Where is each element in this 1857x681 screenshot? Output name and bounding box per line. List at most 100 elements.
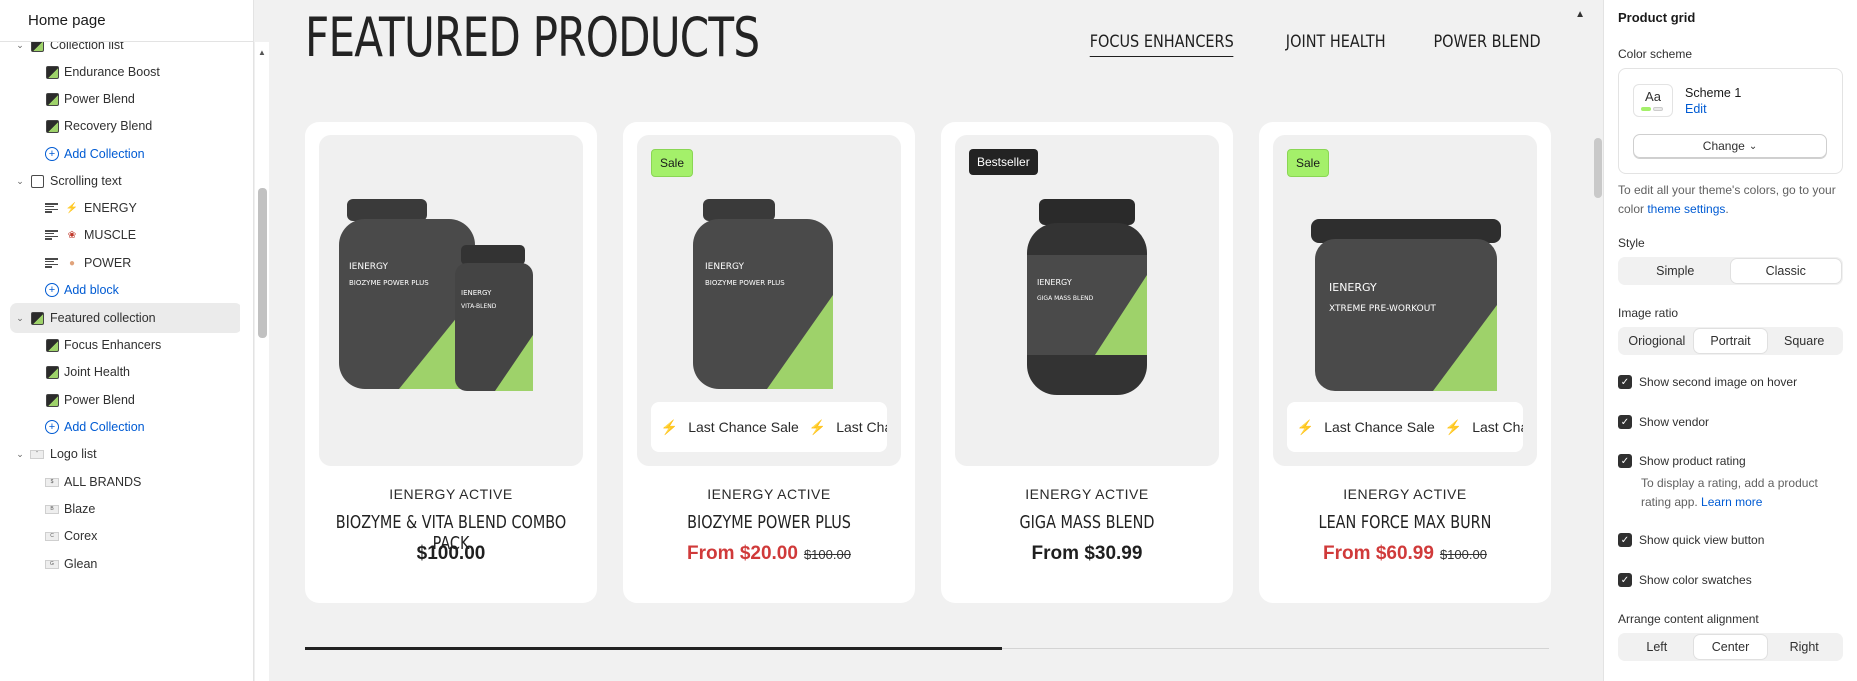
block-label: MUSCLE bbox=[84, 228, 137, 242]
product-card[interactable]: IENERGY XTREME PRE-WORKOUT Sale e ⚡Last … bbox=[1259, 122, 1551, 603]
block-all-brands[interactable]: $ ALL BRANDS bbox=[10, 467, 240, 497]
block-power-blend[interactable]: Power Blend bbox=[10, 84, 240, 114]
chevron-down-icon[interactable]: ⌄ bbox=[14, 176, 26, 187]
section-label: Scrolling text bbox=[50, 174, 122, 188]
theme-settings-link[interactable]: theme settings bbox=[1647, 202, 1725, 216]
change-scheme-button[interactable]: Change ⌄ bbox=[1633, 134, 1827, 158]
section-tree: ⌄ Collection list Endurance Boost Power … bbox=[0, 42, 240, 681]
product-label-brand: IENERGY bbox=[349, 262, 389, 272]
check-icon[interactable]: ✓ bbox=[1618, 415, 1632, 429]
scroll-up-icon[interactable]: ▲ bbox=[258, 48, 266, 57]
ratio-option-original[interactable]: Oriogional bbox=[1620, 329, 1694, 353]
sale-price: From $60.99 bbox=[1323, 543, 1434, 564]
add-block-button[interactable]: + Add block bbox=[10, 275, 240, 305]
product-name[interactable]: BIOZYME POWER PLUS bbox=[652, 512, 886, 533]
tab-power-blend[interactable]: POWER BLEND bbox=[1433, 32, 1540, 57]
product-label-brand: IENERGY bbox=[705, 262, 745, 272]
chevron-down-icon[interactable]: ⌄ bbox=[14, 449, 26, 460]
product-card[interactable]: IENERGY BIOZYME POWER PLUS Sale e ⚡Last … bbox=[623, 122, 915, 603]
product-thumb-icon bbox=[45, 92, 59, 106]
scrollbar-thumb[interactable] bbox=[1594, 138, 1602, 198]
ratio-option-square[interactable]: Square bbox=[1767, 329, 1841, 353]
product-price: From $60.99 $100.00 bbox=[1259, 543, 1551, 565]
color-scheme-label: Color scheme bbox=[1618, 47, 1693, 61]
product-label-brand: IENERGY bbox=[1329, 281, 1377, 294]
chevron-down-icon[interactable]: ⌄ bbox=[14, 42, 26, 51]
checkbox-show-vendor[interactable]: ✓ Show vendor bbox=[1618, 415, 1709, 429]
block-endurance-boost[interactable]: Endurance Boost bbox=[10, 57, 240, 87]
checkbox-product-rating[interactable]: ✓ Show product rating bbox=[1618, 454, 1746, 468]
section-featured-collection[interactable]: ⌄ Featured collection bbox=[10, 303, 240, 333]
rating-help-text: To display a rating, add a product ratin… bbox=[1641, 474, 1841, 512]
add-label: Add block bbox=[64, 283, 119, 297]
marquee-text: Last Chance Sale bbox=[1324, 419, 1435, 435]
bestseller-badge: Bestseller bbox=[969, 149, 1038, 175]
sidebar-scrollbar[interactable]: ▲ bbox=[254, 42, 269, 681]
block-joint-health[interactable]: Joint Health bbox=[10, 357, 240, 387]
collapse-up-icon[interactable]: ▲ bbox=[1575, 9, 1585, 20]
product-image[interactable]: IENERGY BIOZYME POWER PLUS IENERGY VITA-… bbox=[319, 135, 583, 466]
checkbox-label: Show product rating bbox=[1639, 454, 1746, 468]
block-label: Corex bbox=[64, 529, 98, 543]
marquee-text: Last Chance Sale bbox=[836, 419, 887, 435]
style-option-simple[interactable]: Simple bbox=[1620, 259, 1731, 283]
add-collection-button-2[interactable]: + Add Collection bbox=[10, 412, 240, 442]
tab-joint-health[interactable]: JOINT HEALTH bbox=[1285, 32, 1385, 57]
check-icon[interactable]: ✓ bbox=[1618, 573, 1632, 587]
block-label: ALL BRANDS bbox=[64, 475, 142, 489]
product-image[interactable]: IENERGY BIOZYME POWER PLUS Sale e ⚡Last … bbox=[637, 135, 901, 466]
style-option-classic[interactable]: Classic bbox=[1730, 259, 1841, 283]
align-option-center[interactable]: Center bbox=[1693, 635, 1768, 659]
learn-more-link[interactable]: Learn more bbox=[1701, 495, 1762, 509]
add-label: Add Collection bbox=[64, 147, 145, 161]
style-label: Style bbox=[1618, 236, 1645, 250]
block-power-blend-2[interactable]: Power Blend bbox=[10, 385, 240, 415]
block-recovery-blend[interactable]: Recovery Blend bbox=[10, 111, 240, 141]
checkbox-quick-view[interactable]: ✓ Show quick view button bbox=[1618, 533, 1764, 547]
section-scrolling-text[interactable]: ⌄ Scrolling text bbox=[10, 166, 240, 196]
product-image[interactable]: IENERGY XTREME PRE-WORKOUT Sale e ⚡Last … bbox=[1273, 135, 1537, 466]
block-energy[interactable]: ⚡ ENERGY bbox=[10, 193, 240, 223]
block-glean[interactable]: G Glean bbox=[10, 549, 240, 579]
edit-scheme-link[interactable]: Edit bbox=[1685, 102, 1707, 116]
product-card[interactable]: IENERGY GIGA MASS BLEND Bestseller IENER… bbox=[941, 122, 1233, 603]
section-logo-list[interactable]: ⌄ “ Logo list bbox=[10, 439, 240, 469]
scrollbar-thumb[interactable] bbox=[258, 188, 267, 338]
block-focus-enhancers[interactable]: Focus Enhancers bbox=[10, 330, 240, 360]
promo-marquee: e ⚡Last Chance Sale ⚡Last Chance Sale bbox=[1287, 402, 1523, 452]
product-name[interactable]: GIGA MASS BLEND bbox=[970, 512, 1204, 533]
ratio-option-portrait[interactable]: Portrait bbox=[1693, 329, 1768, 353]
tab-focus-enhancers[interactable]: FOCUS ENHANCERS bbox=[1089, 32, 1234, 57]
checkbox-label: Show quick view button bbox=[1639, 533, 1765, 547]
preview-scrollbar[interactable] bbox=[1593, 0, 1603, 681]
logo-list-icon: “ bbox=[30, 447, 44, 461]
product-thumb-icon bbox=[45, 119, 59, 133]
swatch-text: Aa bbox=[1645, 89, 1661, 104]
bolt-icon: ⚡ bbox=[808, 418, 827, 435]
align-option-right[interactable]: Right bbox=[1767, 635, 1841, 659]
block-blaze[interactable]: B Blaze bbox=[10, 494, 240, 524]
product-name[interactable]: LEAN FORCE MAX BURN bbox=[1288, 512, 1522, 533]
checkbox-second-image[interactable]: ✓ Show second image on hover bbox=[1618, 375, 1797, 389]
text-lines-icon bbox=[44, 256, 58, 270]
block-power[interactable]: ● POWER bbox=[10, 248, 240, 278]
check-icon[interactable]: ✓ bbox=[1618, 454, 1632, 468]
settings-panel: Product grid Color scheme Aa Scheme 1 Ed… bbox=[1603, 0, 1857, 681]
chevron-down-icon[interactable]: ⌄ bbox=[14, 313, 26, 324]
align-option-left[interactable]: Left bbox=[1620, 635, 1694, 659]
product-image[interactable]: IENERGY GIGA MASS BLEND Bestseller bbox=[955, 135, 1219, 466]
block-label: Endurance Boost bbox=[64, 65, 160, 79]
block-corex[interactable]: C Corex bbox=[10, 521, 240, 551]
product-card[interactable]: IENERGY BIOZYME POWER PLUS IENERGY VITA-… bbox=[305, 122, 597, 603]
add-collection-button[interactable]: + Add Collection bbox=[10, 139, 240, 169]
block-muscle[interactable]: ❀ MUSCLE bbox=[10, 220, 240, 250]
price-value: From $30.99 bbox=[1031, 543, 1143, 564]
block-label: Focus Enhancers bbox=[64, 338, 162, 352]
checkbox-color-swatches[interactable]: ✓ Show color swatches bbox=[1618, 573, 1752, 587]
checkbox-label: Show color swatches bbox=[1639, 573, 1752, 587]
block-label: POWER bbox=[84, 256, 132, 270]
check-icon[interactable]: ✓ bbox=[1618, 375, 1632, 389]
check-icon[interactable]: ✓ bbox=[1618, 533, 1632, 547]
text-section-icon bbox=[30, 174, 44, 188]
slider-progress[interactable] bbox=[305, 647, 1549, 650]
